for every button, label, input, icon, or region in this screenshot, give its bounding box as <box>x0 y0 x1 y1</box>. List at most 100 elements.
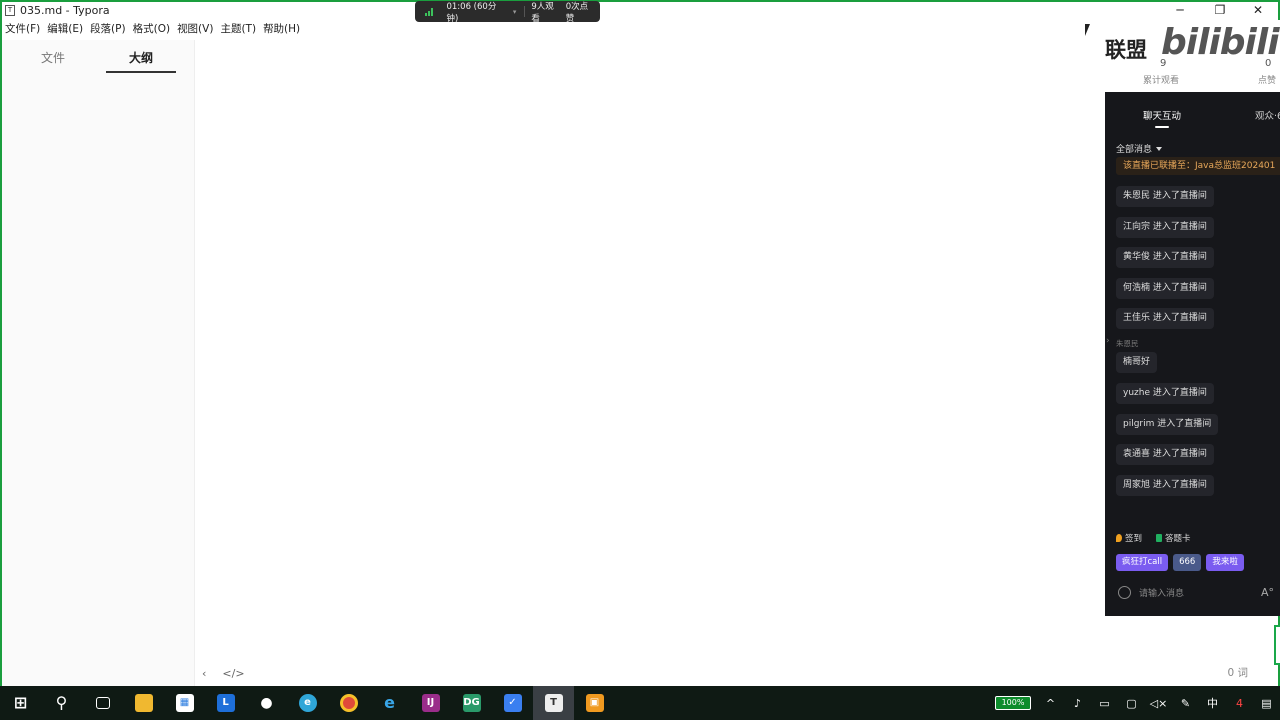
likes-value: 0 <box>1265 58 1272 69</box>
typora-window: T 035.md - Typora ─ ❐ ✕ 文件(F) 编辑(E) 段落(P… <box>2 2 1278 686</box>
im-here-button[interactable]: 我来啦 <box>1206 554 1244 571</box>
tab-files[interactable]: 文件 <box>18 50 88 66</box>
menu-help[interactable]: 帮助(H) <box>260 20 304 38</box>
title-bar: T 035.md - Typora <box>2 2 1278 18</box>
like-count: 0次点赞 <box>565 1 589 24</box>
maximize-button[interactable]: ❐ <box>1200 2 1240 18</box>
word-count[interactable]: 0 词 <box>1227 665 1248 680</box>
screen-share-edge <box>1274 625 1280 665</box>
location-pin-icon <box>1116 534 1122 542</box>
minimize-button[interactable]: ─ <box>1160 2 1200 18</box>
close-button[interactable]: ✕ <box>1238 2 1278 18</box>
font-size-icon[interactable]: A° <box>1261 586 1274 599</box>
toggle-sidebar-icon[interactable]: ‹ <box>202 667 206 680</box>
active-tab-indicator <box>1155 126 1169 128</box>
intellij-icon[interactable]: IJ <box>410 686 451 720</box>
sidebar: 文件 大纲 <box>2 40 195 686</box>
edge-icon[interactable]: e <box>287 686 328 720</box>
chevron-up-icon[interactable]: ^ <box>1037 697 1064 710</box>
chat-message: 朱恩民 进入了直播间 <box>1116 186 1214 207</box>
chat-message: 楠哥好 <box>1116 352 1158 373</box>
battery-indicator[interactable]: 100% <box>995 696 1031 710</box>
chrome-icon[interactable] <box>328 686 369 720</box>
system-tray: 100% ^ ♪ ▭ ▢ ◁× ✎ 中 4 ▤ <box>995 686 1280 720</box>
live-duration: 01:06 (60分钟) <box>446 1 497 24</box>
datagrip-icon[interactable]: DG <box>451 686 492 720</box>
feishu-icon[interactable]: ✓ <box>492 686 533 720</box>
tab-outline[interactable]: 大纲 <box>106 50 176 66</box>
relay-notice: 该直播已联播至：Java总监班202401 <box>1116 157 1280 175</box>
microphone-icon[interactable]: ♪ <box>1064 697 1091 710</box>
search-icon[interactable]: ⚲ <box>41 686 82 720</box>
card-icon <box>1156 534 1163 542</box>
tab-chat[interactable]: 聊天互动 <box>1143 108 1181 122</box>
file-explorer-icon[interactable] <box>123 686 164 720</box>
emoji-icon[interactable] <box>1118 585 1131 599</box>
chat-message: 周家旭 进入了直播间 <box>1116 475 1214 496</box>
message-sender: 朱恩民 <box>1116 339 1139 348</box>
live-header: 联盟 bilibili 9 累计观看 0 点赞 <box>1105 20 1280 92</box>
menu-paragraph[interactable]: 段落(P) <box>87 20 130 38</box>
call-button[interactable]: 疯狂打call <box>1116 554 1169 571</box>
views-label: 累计观看 <box>1143 76 1180 86</box>
typora-taskbar-icon[interactable]: T <box>533 686 574 720</box>
chat-message: 江向宗 进入了直播间 <box>1116 217 1214 238</box>
menu-bar: 文件(F) 编辑(E) 段落(P) 格式(O) 视图(V) 主题(T) 帮助(H… <box>2 20 304 38</box>
ie-icon[interactable]: e <box>369 686 410 720</box>
viewer-count: 9人观看 <box>531 1 554 24</box>
divider <box>524 6 526 17</box>
network-icon[interactable]: ▢ <box>1118 697 1145 710</box>
app-orange-icon[interactable]: ▣ <box>574 686 615 720</box>
signal-icon <box>425 7 434 16</box>
answer-card-button[interactable]: 答题卡 <box>1156 532 1191 544</box>
chat-message: yuzhe 进入了直播间 <box>1116 383 1214 404</box>
battery-icon[interactable]: ▭ <box>1091 697 1118 710</box>
typora-app-icon: T <box>5 4 15 16</box>
ime-indicator[interactable]: 中 <box>1199 695 1226 711</box>
live-tabs: 聊天互动 观众·6 <box>1105 104 1280 132</box>
action-center-icon[interactable]: ▤ <box>1253 697 1280 710</box>
window-title: 035.md - Typora <box>20 3 110 17</box>
mouse-cursor-icon <box>1085 24 1095 36</box>
taskbar: ⊞ ⚲ ▦ L ● e e IJ DG ✓ T ▣ 100% ^ ♪ ▭ ▢ ◁… <box>0 686 1280 720</box>
filter-label: 全部消息 <box>1116 145 1153 155</box>
pen-icon[interactable]: ✎ <box>1172 697 1199 710</box>
task-view-icon[interactable] <box>82 686 123 720</box>
store-icon[interactable]: ▦ <box>164 686 205 720</box>
league-text: 联盟 <box>1105 38 1147 62</box>
checkin-button[interactable]: 签到 <box>1116 532 1142 544</box>
editor-area[interactable] <box>196 40 1103 686</box>
lenovo-icon[interactable]: L <box>205 686 246 720</box>
quick-actions: 签到 答题卡 <box>1116 532 1191 544</box>
quick-reply-buttons: 疯狂打call 666 我来啦 <box>1116 554 1244 571</box>
666-button[interactable]: 666 <box>1173 554 1202 571</box>
chevron-down-icon[interactable]: ▾ <box>513 8 517 16</box>
tab-audience[interactable]: 观众·6 <box>1255 108 1280 122</box>
likes-label: 点赞 <box>1258 76 1277 86</box>
source-code-mode-icon[interactable]: </> <box>222 667 244 680</box>
expand-arrow-icon[interactable]: › <box>1106 336 1110 346</box>
menu-theme[interactable]: 主题(T) <box>217 20 260 38</box>
menu-view[interactable]: 视图(V) <box>174 20 217 38</box>
wechat-icon[interactable]: ● <box>246 686 287 720</box>
chat-message: 袁通喜 进入了直播间 <box>1116 444 1214 465</box>
windows-start-icon[interactable]: ⊞ <box>0 686 41 720</box>
notification-badge[interactable]: 4 <box>1226 697 1253 710</box>
chat-input[interactable]: 请输入消息 <box>1139 586 1261 599</box>
message-filter[interactable]: 全部消息 <box>1116 142 1163 155</box>
live-status-pill[interactable]: 01:06 (60分钟) ▾ 9人观看 0次点赞 <box>415 1 600 24</box>
chat-message: 何浩楠 进入了直播间 <box>1116 278 1214 299</box>
active-tab-indicator <box>106 71 176 73</box>
checkin-label: 签到 <box>1125 534 1143 544</box>
chat-message: 王佳乐 进入了直播间 <box>1116 308 1214 329</box>
chat-input-bar: 请输入消息 A° <box>1116 581 1276 603</box>
live-chat-panel: 联盟 bilibili 9 累计观看 0 点赞 聊天互动 观众·6 全部消息 该… <box>1105 20 1280 616</box>
menu-format[interactable]: 格式(O) <box>130 20 174 38</box>
caret-down-icon <box>1156 146 1163 151</box>
volume-mute-icon[interactable]: ◁× <box>1145 697 1172 710</box>
chat-message: 黄华俊 进入了直播间 <box>1116 247 1214 268</box>
answer-card-label: 答题卡 <box>1165 534 1191 544</box>
views-value: 9 <box>1160 58 1167 69</box>
menu-file[interactable]: 文件(F) <box>2 20 44 38</box>
menu-edit[interactable]: 编辑(E) <box>44 20 87 38</box>
